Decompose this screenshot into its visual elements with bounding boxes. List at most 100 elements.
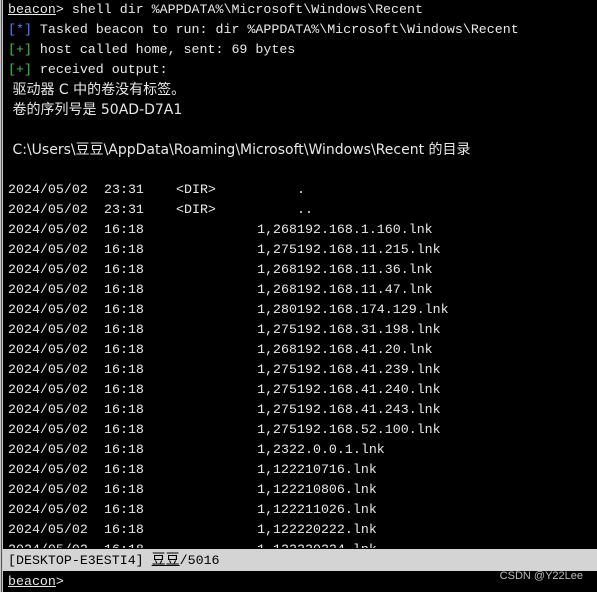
entry-time: 16:18	[104, 222, 144, 237]
entry-time: 16:18	[104, 342, 144, 357]
entry-name: 211026.lnk	[297, 502, 377, 517]
entry-date: 2024/05/02	[8, 322, 88, 337]
table-row: 2024/05/02 16:18 1,122 210806.lnk	[8, 480, 597, 500]
table-row: 2024/05/02 23:31 <DIR>..	[8, 200, 597, 220]
entry-size: 1,275	[257, 422, 297, 437]
entry-time: 23:31	[104, 182, 144, 197]
entry-size: 1,122	[257, 462, 297, 477]
message-text: host called home, sent: 69 bytes	[31, 42, 296, 57]
output-line: 卷的序列号是 50AD-D7A1	[8, 102, 183, 118]
table-row: 2024/05/02 16:18 1,275 192.168.41.239.lnk	[8, 360, 597, 380]
entry-date: 2024/05/02	[8, 342, 88, 357]
entry-name: 192.168.41.243.lnk	[297, 402, 441, 417]
entry-size: 1,122	[257, 502, 297, 517]
table-row: 2024/05/02 23:31 <DIR>.	[8, 180, 597, 200]
input-prompt[interactable]: beacon>	[8, 572, 64, 592]
message-marker: [+]	[8, 42, 32, 57]
entry-date: 2024/05/02	[8, 382, 88, 397]
entry-time: 16:18	[104, 522, 144, 537]
entry-name: 210716.lnk	[297, 462, 377, 477]
status-user: 豆豆	[151, 552, 180, 568]
entry-size: 1,122	[257, 482, 297, 497]
entry-date: 2024/05/02	[8, 182, 88, 197]
message-marker: [*]	[8, 22, 32, 37]
entry-name: 192.168.41.20.lnk	[297, 342, 433, 357]
console-output[interactable]: beacon> shell dir %APPDATA%\Microsoft\Wi…	[8, 0, 597, 548]
entry-time: 16:18	[104, 362, 144, 377]
table-row: 2024/05/02 16:18 1,268 192.168.1.160.lnk	[8, 220, 597, 240]
entry-time: 16:18	[104, 262, 144, 277]
entry-name: 192.168.11.215.lnk	[297, 242, 441, 257]
table-row: 2024/05/02 16:18 1,122 220222.lnk	[8, 520, 597, 540]
left-border	[0, 0, 3, 592]
table-row: 2024/05/02 16:18 1,122 211026.lnk	[8, 500, 597, 520]
status-host: [DESKTOP-E3ESTI4]	[8, 553, 152, 568]
status-pid: /5016	[179, 553, 220, 568]
entry-date: 2024/05/02	[8, 502, 88, 517]
entry-date: 2024/05/02	[8, 462, 88, 477]
message-line: [+] host called home, sent: 69 bytes	[8, 40, 597, 60]
entry-size: 1,275	[257, 362, 297, 377]
entry-date: 2024/05/02	[8, 242, 88, 257]
prompt-label: beacon	[8, 574, 56, 589]
entry-date: 2024/05/02	[8, 402, 88, 417]
table-row: 2024/05/02 16:18 1,268 192.168.41.20.lnk	[8, 340, 597, 360]
entry-date: 2024/05/02	[8, 202, 88, 217]
entry-name: 2.0.0.1.lnk	[297, 442, 385, 457]
output-line: 驱动器 C 中的卷没有标签。	[8, 82, 186, 98]
entry-size: 1,232	[257, 442, 297, 457]
entry-size: 1,268	[257, 222, 297, 237]
message-text: received output:	[31, 62, 168, 77]
entry-name: 192.168.31.198.lnk	[297, 322, 441, 337]
entry-size: 1,275	[257, 322, 297, 337]
entry-dir: <DIR>	[176, 202, 216, 217]
entry-size: 1,122	[257, 522, 297, 537]
table-row: 2024/05/02 16:18 1,275 192.168.52.100.lnk	[8, 420, 597, 440]
prompt-suffix: >	[55, 574, 64, 589]
entry-time: 16:18	[104, 462, 144, 477]
entry-time: 16:18	[104, 502, 144, 517]
table-row: 2024/05/02 16:18 1,275 192.168.11.215.lnk	[8, 240, 597, 260]
entry-size: 1,280	[257, 302, 297, 317]
table-row: 2024/05/02 16:18 1,122220224.lnk	[8, 540, 597, 548]
entry-name: 220224.lnk	[297, 540, 377, 548]
entry-time: 16:18	[104, 402, 144, 417]
entry-date: 2024/05/02	[8, 540, 88, 548]
entry-size: 1,275	[257, 382, 297, 397]
entry-size: 1,268	[257, 282, 297, 297]
entry-time: 16:18	[104, 282, 144, 297]
watermark: CSDN @Y22Lee	[499, 570, 583, 582]
message-line: [*] Tasked beacon to run: dir %APPDATA%\…	[8, 20, 597, 40]
entry-name: 192.168.41.240.lnk	[297, 382, 441, 397]
entry-time: 16:18	[104, 242, 144, 257]
entry-date: 2024/05/02	[8, 422, 88, 437]
message-line: [+] received output:	[8, 60, 597, 80]
table-row: 2024/05/02 16:18 1,275 192.168.31.198.lnk	[8, 320, 597, 340]
table-row: 2024/05/02 16:18 1,268 192.168.11.36.lnk	[8, 260, 597, 280]
entry-size: 1,275	[257, 242, 297, 257]
entry-time: 16:18	[104, 382, 144, 397]
entry-time: 16:18	[104, 302, 144, 317]
entry-size: 1,275	[257, 402, 297, 417]
output-line: C:\Users\豆豆\AppData\Roaming\Microsoft\Wi…	[8, 142, 471, 158]
entry-name: 192.168.11.36.lnk	[297, 262, 433, 277]
entry-date: 2024/05/02	[8, 222, 88, 237]
entry-date: 2024/05/02	[8, 302, 88, 317]
entry-time: 16:18	[104, 322, 144, 337]
message-text: Tasked beacon to run: dir %APPDATA%\Micr…	[31, 22, 519, 37]
entry-time: 23:31	[104, 202, 144, 217]
entry-time: 16:18	[104, 422, 144, 437]
entry-date: 2024/05/02	[8, 522, 88, 537]
entry-name: 192.168.41.239.lnk	[297, 362, 441, 377]
entry-time: 16:18	[104, 482, 144, 497]
entry-size: 1,268	[257, 342, 297, 357]
table-row: 2024/05/02 16:18 1,280 192.168.174.129.lnk	[8, 300, 597, 320]
command-text: shell dir %APPDATA%\Microsoft\Windows\Re…	[63, 2, 423, 17]
entry-date: 2024/05/02	[8, 282, 88, 297]
entry-dir: <DIR>	[176, 182, 216, 197]
entry-time: 16:18	[104, 442, 144, 457]
table-row: 2024/05/02 16:18 1,232 2.0.0.1.lnk	[8, 440, 597, 460]
entry-name: 220222.lnk	[297, 522, 377, 537]
status-bar: [DESKTOP-E3ESTI4] 豆豆/5016	[3, 549, 597, 571]
